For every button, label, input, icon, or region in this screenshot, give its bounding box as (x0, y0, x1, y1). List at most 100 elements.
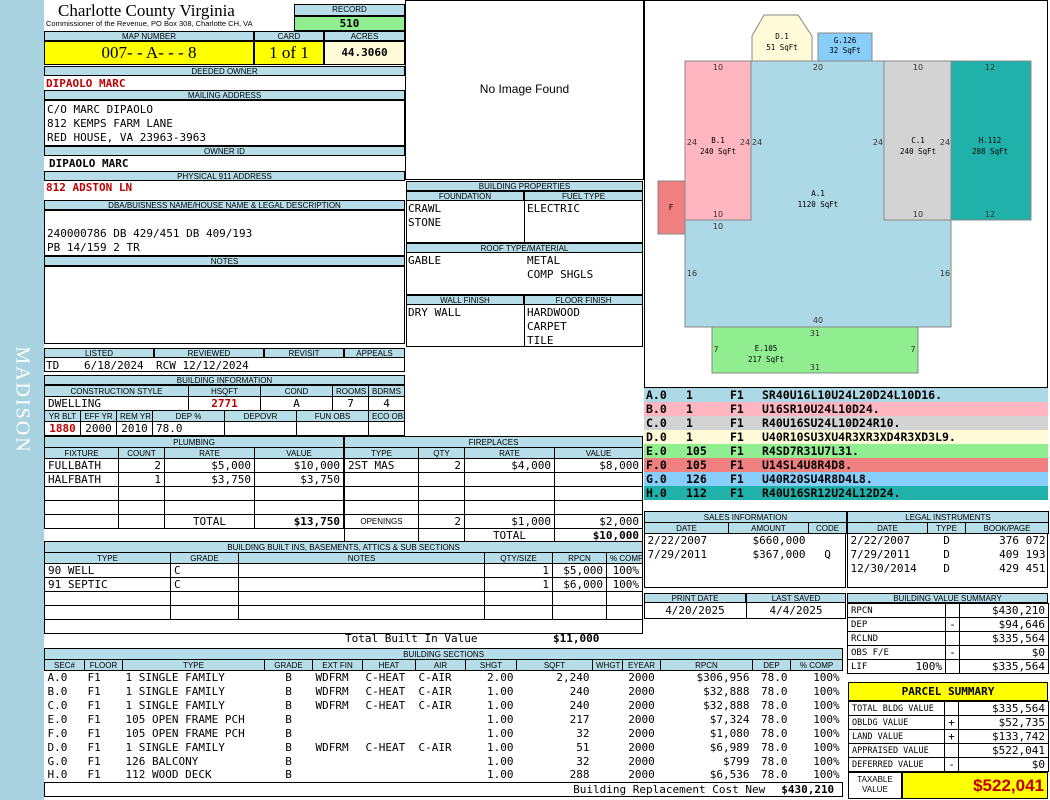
builtins-label: BUILDING BUILT INS, BASEMENTS, ATTICS & … (43, 541, 644, 553)
li-col-date: DATE (847, 522, 928, 534)
yrblt-value: 1880 (44, 421, 81, 436)
building-info-table: CONSTRUCTION STYLE HSQFT COND ROOMS BDRMS DW… (44, 385, 405, 436)
parcel-table: TOTAL BLDG VALUE $335,564 OBLDG VALUE + $52,… (848, 701, 1049, 772)
notes-label: NOTES (44, 256, 405, 266)
ecoobs-label: ECO OBS (368, 410, 405, 422)
legal-line-2: PB 14/159 2 TR (47, 241, 140, 254)
dim-label: 24 (740, 138, 750, 147)
legal-line-1: 240000786 DB 429/451 DB 409/193 (47, 227, 253, 240)
dim-label: 31 (810, 329, 820, 338)
summary-row: OBS F/E - $0 (847, 645, 1049, 660)
fuel-1: ELECTRIC (527, 202, 580, 215)
openings-rate: $1,000 (464, 514, 555, 529)
sales-label: SALES INFORMATION (644, 511, 847, 523)
openings-value: $2,000 (553, 514, 644, 529)
effyr-label: EFF YR (80, 410, 117, 422)
summary-row: RPCN $430,210 (847, 603, 1049, 618)
revisit-label: REVISIT (264, 348, 344, 358)
sales-frame (644, 533, 846, 588)
openings-label: OPENINGS (344, 514, 419, 529)
deeded-owner: DIPAOLO MARC (46, 77, 126, 90)
roof-label: ROOF TYPE/MATERIAL (406, 243, 643, 253)
sketch-area-b: 240 SqFt (700, 147, 736, 156)
record-label: RECORD (294, 4, 405, 16)
dim-label: 31 (810, 363, 820, 372)
segment-row: C.0 1 F1 R40U16SU24L10D24R10. (644, 416, 1048, 430)
segment-row: A.0 1 F1 SR40U16L10U24L20D24L10D16. (644, 388, 1048, 402)
floor-1: HARDWOOD (527, 306, 580, 319)
sales-col-code: CODE (808, 522, 847, 534)
roof-mat-2: COMP SHGLS (527, 268, 594, 281)
plumbing-col-value: VALUE (253, 447, 345, 459)
sketch-area-a: 1120 SqFt (798, 200, 839, 209)
wall-finish-label: WALL FINISH (406, 295, 524, 305)
foundation-1: CRAWL (408, 202, 442, 215)
cond-value: A (260, 396, 333, 411)
roof-mat-1: METAL (527, 254, 561, 267)
foundation-label: FOUNDATION (406, 191, 524, 201)
summary-row: LIF 100% $335,564 (847, 659, 1049, 674)
sections-col: EXT FIN (312, 659, 363, 671)
deeded-owner-label: DEEDED OWNER (44, 66, 405, 76)
appeals-label: APPEALS (344, 348, 405, 358)
owner-id-label: OWNER ID (44, 146, 405, 156)
reviewed-date: RCW 12/12/2024 (156, 359, 249, 372)
no-image-text: No Image Found (479, 82, 570, 96)
remyr-value: 2010 (116, 421, 153, 436)
funobs-label: FUN OBS (296, 410, 369, 422)
sections-col: WHGT (592, 659, 623, 671)
summary-row: LAND VALUE + $133,742 (848, 729, 1049, 744)
sections-col: SQFT (516, 659, 593, 671)
bi-col-grade: GRADE (170, 552, 239, 564)
sections-col: RPCN (660, 659, 753, 671)
fp-col-rate: RATE (464, 447, 555, 459)
segment-row: G.0 126 F1 U40R20SU4R8D4L8. (644, 472, 1048, 486)
listed-code: TD (46, 359, 60, 372)
building-properties-label: BUILDING PROPERTIES (406, 181, 643, 191)
acres-value: 44.3060 (324, 41, 405, 65)
style-label: CONSTRUCTION STYLE (44, 385, 189, 397)
bvs-label: BUILDING VALUE SUMMARY (847, 593, 1048, 603)
sketch-label-d: D.1 (775, 32, 789, 41)
bi-col-comp: % COMP (605, 552, 644, 564)
roof-box (406, 253, 643, 295)
table-row: 2ST MAS 2 $4,000 $8,000 (344, 458, 644, 473)
sketch-area-d: 51 SqFt (766, 43, 798, 52)
sketch-label-a: A.1 (811, 189, 825, 198)
sales-col-date: DATE (644, 522, 729, 534)
table-row: HALFBATH 1 $3,750 $3,750 (44, 472, 345, 487)
li-col-book: BOOK/PAGE (964, 522, 1050, 534)
dim-label: 40 (813, 316, 823, 325)
sections-col: SEC# (44, 659, 85, 671)
fp-col-value: VALUE (553, 447, 644, 459)
print-date-label: PRINT DATE (644, 593, 746, 603)
bdrms-value: 4 (368, 396, 405, 411)
dep-label: DEP % (152, 410, 225, 422)
segment-row: D.0 1 F1 U40R10SU3XU4R3XR3XD4R3XD3L9. (644, 430, 1048, 444)
segment-row: E.0 105 F1 R4SD7R31U7L31. (644, 444, 1048, 458)
dim-label: 24 (752, 138, 762, 147)
physical-address: 812 ADSTON LN (46, 181, 133, 194)
sketch-area-h: 288 SqFt (972, 147, 1008, 156)
summary-row: DEP - $94,646 (847, 617, 1049, 632)
mail-line-2: 812 KEMPS FARM LANE (47, 117, 173, 130)
bi-col-rpcn: RPCN (552, 552, 607, 564)
table-row: G.0 F1 126 BALCONY B 1.00 32 2000 $799 78.0 100% (47, 754, 840, 768)
last-saved: 4/4/2025 (769, 604, 823, 617)
dim-label: 12 (985, 210, 995, 219)
hsqft-value: 2771 (188, 396, 261, 411)
effyr-value: 2000 (80, 421, 117, 436)
sketch-label-f: F (669, 203, 674, 212)
card-label: CARD (254, 31, 324, 41)
summary-row: RCLND $335,564 (847, 631, 1049, 646)
table-row: C.0 F1 1 SINGLE FAMILY B WDFRM C-HEAT C-AIR 1.0… (47, 698, 840, 712)
county-title: Charlotte County Virginia (58, 1, 235, 20)
sections-col: EYEAR (622, 659, 661, 671)
roof-type-1: GABLE (408, 254, 442, 267)
hsqft-label: HSQFT (188, 385, 261, 397)
segment-list: A.0 1 F1 SR40U16L10U24L20D24L10D16. B.0 1 F1 U1… (644, 388, 1048, 500)
foundation-2: STONE (408, 216, 442, 229)
builtins-table: BUILDING BUILT INS, BASEMENTS, ATTICS & … (43, 541, 644, 634)
physical-address-label: PHYSICAL 911 ADDRESS (44, 171, 405, 181)
sections-col: SHGT (465, 659, 517, 671)
